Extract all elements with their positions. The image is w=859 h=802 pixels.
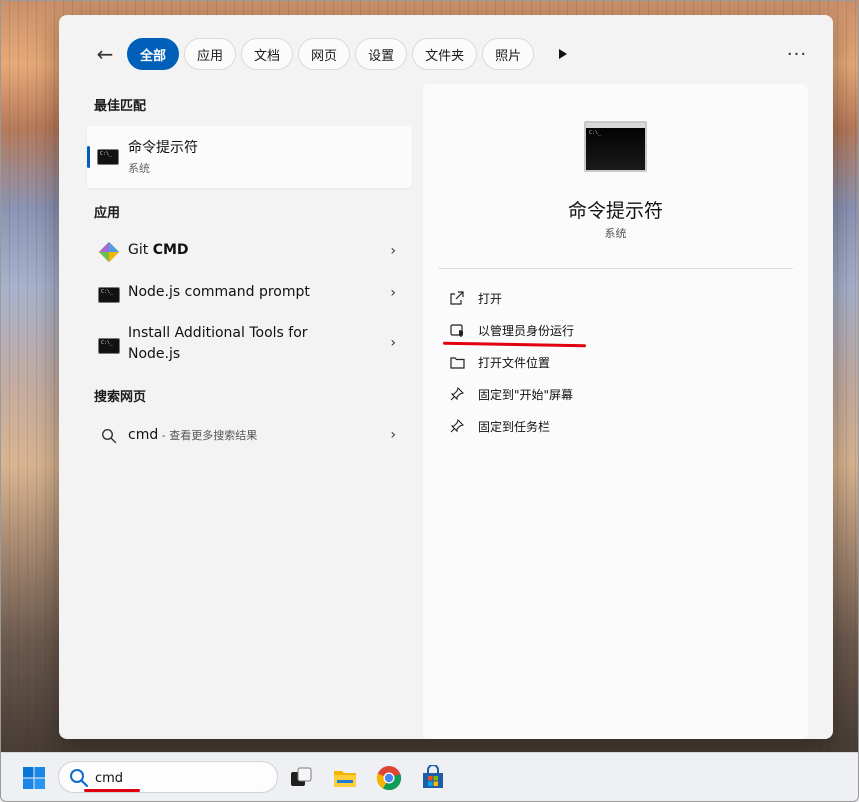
app-item-git-cmd[interactable]: Git CMD › [87, 234, 412, 270]
tab-all[interactable]: 全部 [127, 38, 180, 70]
git-icon [99, 242, 119, 262]
tab-photos[interactable]: 照片 [482, 38, 535, 70]
cmd-large-icon [584, 121, 647, 172]
selection-indicator [87, 146, 90, 168]
folder-icon [448, 353, 466, 371]
search-icon [70, 769, 89, 788]
highlight-underline-search [84, 789, 140, 792]
app-item-nodejs-prompt[interactable]: Node.js command prompt › [87, 276, 412, 312]
taskbar [0, 752, 859, 802]
taskbar-search-input[interactable] [95, 767, 265, 789]
admin-shield-icon [448, 321, 466, 339]
file-explorer-icon[interactable] [332, 765, 358, 791]
action-pin-to-taskbar[interactable]: 固定到任务栏 [448, 413, 788, 439]
back-arrow-icon: ← [96, 42, 114, 66]
open-external-icon [448, 289, 466, 307]
task-view-icon[interactable] [288, 765, 314, 791]
best-match-title: 命令提示符 [128, 140, 198, 156]
best-match-subtitle: 系统 [128, 162, 150, 175]
back-button[interactable]: ← [89, 38, 121, 70]
chevron-right-icon[interactable]: › [390, 335, 396, 351]
pin-icon [448, 385, 466, 403]
best-match-heading: 最佳匹配 [94, 99, 147, 114]
action-run-as-admin[interactable]: 以管理员身份运行 [448, 317, 788, 343]
cmd-icon [98, 338, 120, 354]
chevron-right-icon[interactable]: › [390, 427, 396, 443]
divider [438, 268, 793, 269]
detail-title: 命令提示符 [567, 200, 663, 222]
detail-pane: 命令提示符 系统 打开 以管理员身份运行 打开文件位置 固定到"开始"屏 [423, 84, 808, 739]
app-item-nodejs-tools[interactable]: Install Additional Tools for Node.js › [87, 320, 412, 368]
app-item-label: Node.js command prompt [128, 284, 310, 300]
tab-apps[interactable]: 应用 [184, 38, 237, 70]
filter-bar: ← 全部 应用 文档 网页 设置 文件夹 照片 ··· [89, 38, 813, 70]
more-filters-button[interactable] [549, 38, 577, 70]
apps-heading: 应用 [94, 206, 121, 221]
app-item-label: Git CMD [128, 242, 189, 258]
web-search-item[interactable]: cmd - 查看更多搜索结果 › [87, 418, 412, 454]
cmd-icon [97, 149, 119, 165]
search-panel: ← 全部 应用 文档 网页 设置 文件夹 照片 ··· 最佳匹配 命令提示符 系… [59, 15, 833, 739]
app-item-label-line1: Install Additional Tools for [128, 325, 308, 341]
microsoft-store-icon[interactable] [420, 765, 446, 791]
windows-start-icon[interactable] [22, 766, 46, 790]
tab-documents[interactable]: 文档 [241, 38, 294, 70]
tab-web[interactable]: 网页 [298, 38, 351, 70]
action-pin-to-start[interactable]: 固定到"开始"屏幕 [448, 381, 788, 407]
detail-subtitle: 系统 [604, 227, 627, 240]
chevron-right-icon[interactable]: › [390, 243, 396, 259]
tab-folders[interactable]: 文件夹 [412, 38, 478, 70]
cmd-icon [98, 287, 120, 303]
more-options-button[interactable]: ··· [781, 38, 813, 70]
tab-settings[interactable]: 设置 [355, 38, 408, 70]
chevron-right-icon[interactable]: › [390, 285, 396, 301]
action-open-file-location[interactable]: 打开文件位置 [448, 349, 788, 375]
pin-icon [448, 417, 466, 435]
search-icon [101, 428, 117, 444]
app-item-label-line2: Node.js [128, 346, 181, 362]
ellipsis-icon: ··· [786, 43, 808, 65]
web-search-heading: 搜索网页 [94, 390, 147, 405]
action-open[interactable]: 打开 [448, 285, 788, 311]
play-icon [559, 49, 568, 59]
web-search-label: cmd - 查看更多搜索结果 [128, 427, 258, 443]
best-match-item[interactable]: 命令提示符 系统 [87, 126, 412, 188]
chrome-icon[interactable] [376, 765, 402, 791]
